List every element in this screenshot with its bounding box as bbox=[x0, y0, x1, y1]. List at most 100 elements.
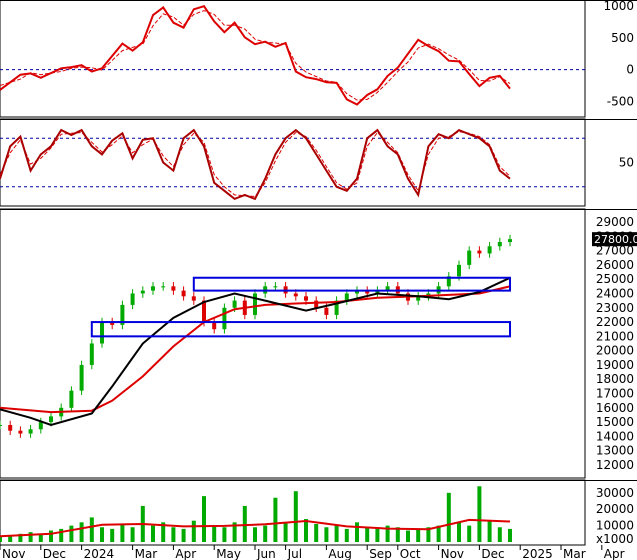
candle-body bbox=[232, 300, 237, 308]
candle-body bbox=[508, 239, 512, 243]
volume-bar bbox=[79, 522, 84, 542]
volume-bar bbox=[171, 527, 176, 542]
candle-body bbox=[304, 296, 308, 301]
volume-bar bbox=[181, 528, 186, 542]
candle-body bbox=[49, 416, 53, 423]
candle-body bbox=[130, 293, 135, 305]
candle-body bbox=[477, 250, 482, 254]
volume-bar bbox=[355, 522, 359, 542]
volume-bar bbox=[28, 532, 33, 542]
price-tick-label: 17000 bbox=[596, 387, 634, 401]
volume-bar bbox=[457, 522, 461, 542]
candle-body bbox=[212, 322, 217, 330]
candle-body bbox=[314, 300, 319, 308]
candle-body bbox=[253, 293, 257, 315]
oscillator-tick-label: 500 bbox=[611, 31, 634, 45]
stock-chart: 10005000-5005029000280002700026000250002… bbox=[0, 0, 637, 560]
volume-bar bbox=[49, 530, 53, 542]
x-tick-label: Oct bbox=[400, 547, 421, 560]
volume-bar bbox=[120, 523, 125, 542]
candle-body bbox=[161, 286, 166, 288]
candle-body bbox=[273, 286, 278, 288]
volume-bar bbox=[324, 527, 329, 542]
x-tick-label: Dec bbox=[481, 547, 504, 560]
volume-bar bbox=[508, 528, 512, 542]
candle-body bbox=[79, 364, 84, 391]
volume-tick-label: 30000 bbox=[596, 486, 634, 500]
volume-bar bbox=[100, 527, 104, 542]
candle-body bbox=[69, 390, 74, 408]
price-tick-label: 18000 bbox=[596, 372, 634, 386]
volume-bar bbox=[477, 486, 482, 542]
volume-bar bbox=[416, 528, 421, 542]
candle-body bbox=[151, 286, 155, 291]
x-tick-label: Dec bbox=[43, 547, 66, 560]
candle-body bbox=[497, 242, 502, 247]
volume-tick-label: 20000 bbox=[596, 502, 634, 516]
candle-body bbox=[0, 424, 2, 426]
x-tick-label: Mar bbox=[563, 547, 586, 560]
price-tick-label: 21000 bbox=[596, 329, 634, 343]
volume-bar bbox=[242, 505, 247, 542]
candle-body bbox=[467, 250, 472, 265]
oscillator-tick-label: 0 bbox=[626, 63, 634, 77]
candle-body bbox=[38, 422, 43, 430]
candle-body bbox=[100, 322, 104, 344]
volume-bar bbox=[69, 525, 74, 542]
price-tick-label: 14000 bbox=[596, 429, 634, 443]
candle-body bbox=[171, 286, 176, 291]
price-tick-label: 16000 bbox=[596, 401, 634, 415]
price-tick-label: 12000 bbox=[596, 458, 634, 472]
volume-bar bbox=[222, 527, 227, 542]
volume-bar bbox=[497, 527, 502, 542]
volume-bar bbox=[406, 530, 410, 542]
candle-body bbox=[8, 424, 13, 431]
x-tick-label: Jun bbox=[256, 547, 276, 560]
candle-body bbox=[293, 293, 298, 297]
price-tick-label: 13000 bbox=[596, 444, 634, 458]
candle-body bbox=[181, 290, 186, 297]
volume-bar bbox=[487, 520, 492, 542]
price-tick-label: 25000 bbox=[596, 272, 634, 286]
candle-body bbox=[140, 290, 145, 294]
price-tick-label: 23000 bbox=[596, 301, 634, 315]
x-tick-label: 2024 bbox=[84, 547, 115, 560]
x-tick-label: Apr bbox=[604, 547, 625, 560]
candle-body bbox=[28, 429, 33, 434]
x-tick-label: 2025 bbox=[522, 547, 553, 560]
x-tick-label: Mar bbox=[135, 547, 158, 560]
volume-bar bbox=[293, 491, 298, 542]
price-tick-label: 15000 bbox=[596, 415, 634, 429]
last-price-label: 27800.00 bbox=[594, 233, 637, 246]
x-tick-label: Sep bbox=[369, 547, 392, 560]
volume-bar bbox=[304, 519, 308, 542]
volume-bar bbox=[202, 496, 206, 542]
price-tick-label: 29000 bbox=[596, 215, 634, 229]
price-tick-label: 24000 bbox=[596, 286, 634, 300]
x-tick-label: May bbox=[216, 547, 241, 560]
x-tick-label: Aug bbox=[328, 547, 351, 560]
x-tick-label: Apr bbox=[175, 547, 196, 560]
volume-bar bbox=[273, 497, 278, 542]
volume-bar bbox=[110, 528, 115, 542]
x-tick-label: Nov bbox=[441, 547, 464, 560]
candle-body bbox=[222, 307, 227, 330]
price-tick-label: 20000 bbox=[596, 344, 634, 358]
volume-bar bbox=[191, 520, 196, 542]
volume-bar bbox=[365, 527, 370, 542]
candle-body bbox=[191, 296, 196, 301]
volume-bar bbox=[263, 525, 268, 542]
x-tick-label: Nov bbox=[2, 547, 25, 560]
volume-bar bbox=[344, 528, 349, 542]
price-tick-label: 19000 bbox=[596, 358, 634, 372]
candle-body bbox=[18, 430, 23, 434]
candle-body bbox=[324, 307, 329, 315]
price-tick-label: 26000 bbox=[596, 258, 634, 272]
volume-bar bbox=[334, 525, 339, 542]
volume-bar bbox=[151, 525, 155, 542]
candle-body bbox=[89, 343, 94, 365]
volume-bar bbox=[446, 492, 451, 542]
stochastic-tick-label: 50 bbox=[619, 156, 634, 170]
oscillator-tick-label: 1000 bbox=[603, 0, 634, 13]
volume-bar bbox=[314, 523, 319, 542]
